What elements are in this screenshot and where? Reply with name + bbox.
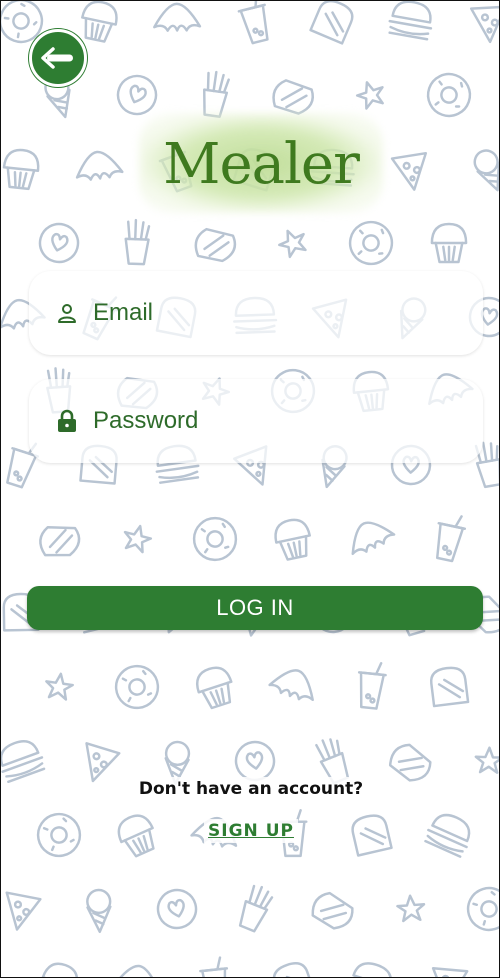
- food-doodle: [435, 515, 467, 563]
- food-doodle: [388, 1, 433, 41]
- food-doodle: [153, 2, 202, 32]
- food-doodle: [352, 962, 393, 977]
- food-doodle: [112, 964, 161, 977]
- back-button[interactable]: [29, 29, 87, 87]
- food-doodle: [396, 894, 426, 923]
- login-button[interactable]: LOG IN: [27, 586, 483, 630]
- signup-link-row: SIGN UP: [1, 819, 499, 843]
- food-doodle: [272, 79, 314, 115]
- food-doodle: [431, 967, 469, 977]
- food-doodle: [466, 886, 499, 932]
- food-doodle: [38, 222, 80, 264]
- food-doodle: [238, 884, 274, 933]
- food-doodle: [116, 74, 158, 116]
- email-placeholder: Email: [93, 299, 154, 326]
- food-doodle: [2, 148, 40, 191]
- food-doodle: [278, 229, 307, 259]
- app-logo: Mealer: [163, 131, 360, 197]
- food-doodle: [41, 962, 79, 977]
- food-doodle: [192, 516, 238, 562]
- food-doodle: [469, 5, 499, 44]
- food-doodle: [199, 956, 229, 977]
- email-field[interactable]: Email: [29, 271, 483, 355]
- food-doodle: [114, 664, 160, 710]
- food-doodle: [156, 888, 198, 930]
- food-doodle: [5, 891, 42, 931]
- arrow-left-icon: [41, 47, 73, 69]
- signup-link[interactable]: SIGN UP: [204, 819, 298, 843]
- food-doodle: [474, 746, 499, 774]
- food-doodle: [311, 891, 354, 930]
- food-doodle: [274, 518, 311, 561]
- signup-prompt-text: Don't have an account?: [134, 777, 368, 801]
- food-doodle: [123, 524, 153, 554]
- food-doodle: [203, 70, 230, 118]
- food-doodle: [39, 526, 81, 557]
- password-placeholder: Password: [93, 407, 199, 434]
- food-doodle: [272, 962, 316, 977]
- food-doodle: [1, 740, 46, 784]
- food-doodle: [357, 661, 387, 710]
- food-doodle: [194, 227, 237, 263]
- food-doodle: [86, 888, 112, 934]
- food-doodle: [195, 666, 233, 710]
- password-field[interactable]: Password: [29, 379, 483, 463]
- food-doodle: [430, 222, 468, 264]
- food-doodle: [75, 150, 124, 181]
- food-doodle: [45, 672, 74, 701]
- food-doodle: [124, 218, 151, 266]
- food-doodle: [81, 1, 118, 43]
- food-doodle: [351, 521, 396, 556]
- food-doodle: [268, 669, 314, 702]
- food-doodle: [355, 81, 384, 110]
- food-doodle: [237, 1, 269, 45]
- food-doodle: [473, 149, 499, 192]
- lock-icon: [55, 409, 79, 433]
- food-doodle: [348, 220, 394, 266]
- food-doodle: [390, 151, 428, 191]
- food-doodle: [426, 72, 472, 118]
- food-doodle: [309, 1, 354, 45]
- food-doodle: [429, 666, 470, 708]
- app-screen: Mealer Email Password LOG IN Don't have …: [0, 0, 500, 978]
- user-icon: [55, 301, 79, 325]
- signup-prompt: Don't have an account?: [1, 777, 499, 801]
- food-doodle: [388, 743, 432, 782]
